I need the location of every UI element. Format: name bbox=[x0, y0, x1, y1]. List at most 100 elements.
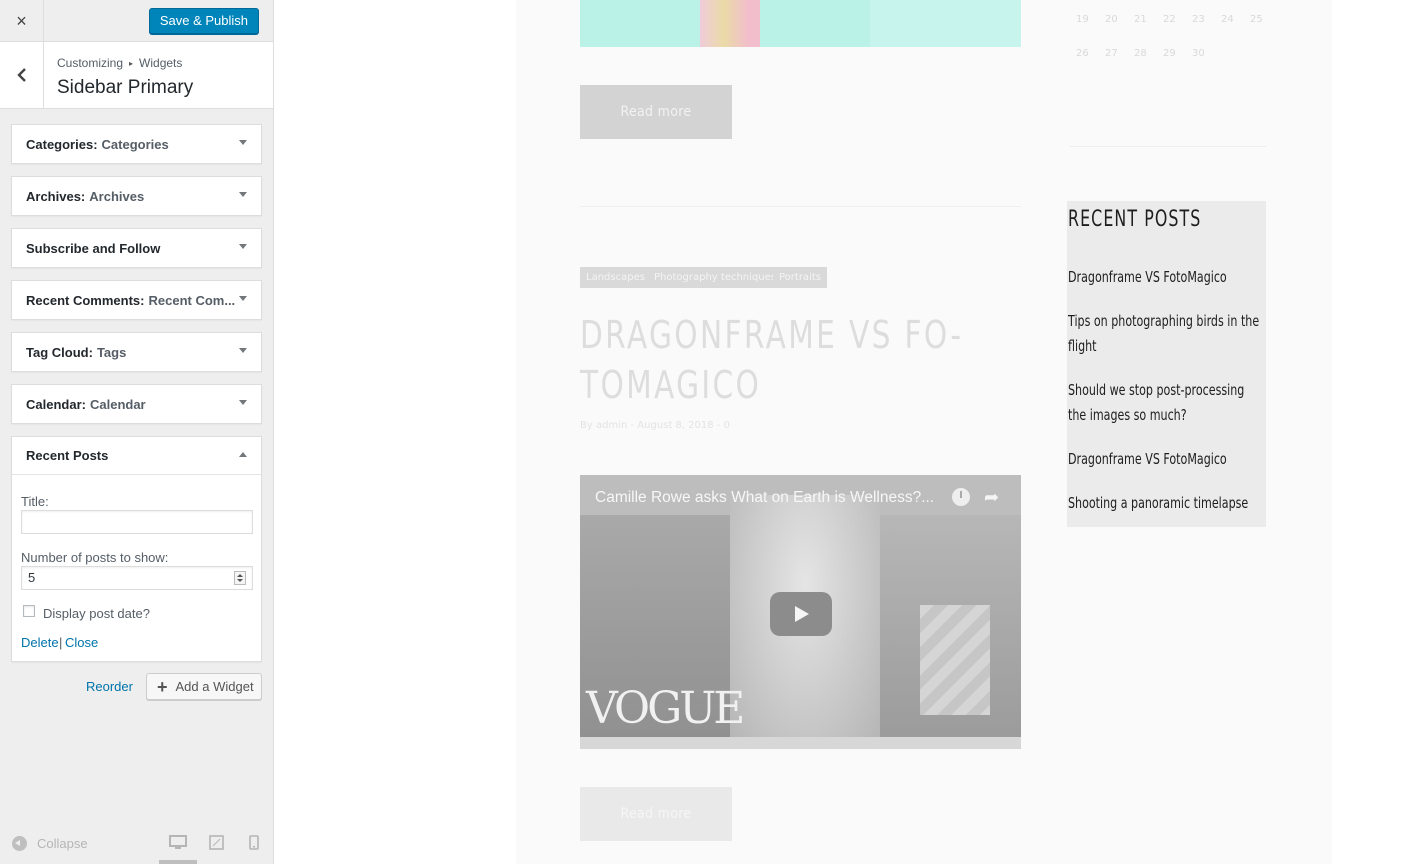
number-of-posts-value: 5 bbox=[28, 570, 36, 585]
collapse-arrow-icon[interactable] bbox=[239, 452, 247, 457]
widget-tag-cloud: Tag Cloud: Tags bbox=[11, 332, 262, 372]
widget-header[interactable]: Subscribe and Follow bbox=[12, 229, 261, 267]
breadcrumb-root: Customizing bbox=[57, 56, 124, 70]
recent-post-link[interactable]: Tips on photographing birds in the fligh… bbox=[1068, 309, 1260, 359]
image-detail bbox=[700, 0, 760, 47]
video-title[interactable]: Camille Rowe asks What on Earth is Welln… bbox=[595, 489, 950, 507]
panel-title: Sidebar Primary bbox=[57, 77, 194, 98]
widget-name: Subscribe and Follow bbox=[26, 240, 161, 256]
close-widget-link[interactable]: Close bbox=[65, 635, 98, 650]
number-of-posts-label: Number of posts to show: bbox=[21, 550, 169, 565]
post-title[interactable]: DRAGONFRAME VS FO- TOMAGICO bbox=[580, 310, 1017, 410]
calendar-day[interactable]: 26 bbox=[1076, 48, 1105, 59]
breadcrumb-separator-icon: ▸ bbox=[129, 58, 134, 68]
widget-subtitle: Recent Com... bbox=[148, 292, 236, 308]
close-customizer-button[interactable]: × bbox=[0, 0, 44, 42]
active-device-indicator bbox=[159, 860, 197, 864]
panel-header: Customizing ▸ Widgets Sidebar Primary bbox=[0, 42, 273, 109]
post-title-line: DRAGONFRAME VS FO- bbox=[580, 313, 964, 357]
calendar-day[interactable]: 28 bbox=[1134, 48, 1163, 59]
customizer-footer: Collapse bbox=[0, 824, 273, 864]
recent-post-link[interactable]: Dragonframe VS FotoMagico bbox=[1068, 265, 1260, 290]
link-separator: | bbox=[59, 635, 63, 650]
calendar-day[interactable]: 21 bbox=[1134, 14, 1163, 25]
expand-arrow-icon[interactable] bbox=[239, 348, 247, 353]
desktop-preview-icon[interactable] bbox=[169, 835, 187, 850]
tablet-preview-icon[interactable] bbox=[209, 835, 224, 850]
widget-header[interactable]: Recent Comments: Recent Com... bbox=[12, 281, 261, 319]
video-frame-detail bbox=[580, 737, 1021, 749]
number-stepper-icon[interactable] bbox=[234, 571, 246, 585]
category-tag[interactable]: Photography techniques bbox=[648, 267, 782, 288]
calendar-day[interactable]: 30 bbox=[1192, 48, 1221, 59]
collapse-label: Collapse bbox=[37, 836, 88, 851]
read-more-button[interactable]: Read more bbox=[580, 787, 732, 841]
add-widget-label: Add a Widget bbox=[175, 679, 254, 694]
save-publish-button[interactable]: Save & Publish bbox=[148, 8, 259, 34]
post-title-line: TOMAGICO bbox=[580, 363, 762, 407]
display-post-date-label: Display post date? bbox=[43, 606, 150, 621]
video-frame-detail bbox=[920, 605, 990, 715]
post-featured-image bbox=[580, 0, 1021, 47]
delete-widget-link[interactable]: Delete bbox=[21, 635, 59, 650]
widget-name: Categories bbox=[26, 136, 94, 152]
widget-name: Calendar bbox=[26, 396, 82, 412]
image-detail bbox=[870, 0, 1021, 47]
watch-later-icon[interactable] bbox=[952, 488, 970, 506]
expand-arrow-icon[interactable] bbox=[239, 244, 247, 249]
widget-categories: Categories: Categories bbox=[11, 124, 262, 164]
share-icon[interactable]: ➦ bbox=[984, 487, 999, 508]
breadcrumb: Customizing ▸ Widgets bbox=[57, 56, 182, 70]
calendar-week-row: 26 27 28 29 30 bbox=[1076, 48, 1221, 59]
widget-subscribe-follow: Subscribe and Follow bbox=[11, 228, 262, 268]
divider bbox=[1070, 146, 1266, 147]
widget-name: Archives bbox=[26, 188, 81, 204]
reorder-link[interactable]: Reorder bbox=[86, 679, 133, 694]
calendar-day[interactable]: 20 bbox=[1105, 14, 1134, 25]
read-more-button[interactable]: Read more bbox=[580, 85, 732, 139]
widget-name: Recent Posts bbox=[26, 448, 109, 463]
widget-header[interactable]: Tag Cloud: Tags bbox=[12, 333, 261, 371]
back-button[interactable] bbox=[0, 42, 44, 108]
calendar-day[interactable]: 22 bbox=[1163, 14, 1192, 25]
expand-arrow-icon[interactable] bbox=[239, 192, 247, 197]
expand-arrow-icon[interactable] bbox=[239, 296, 247, 301]
widget-header[interactable]: Calendar: Calendar bbox=[12, 385, 261, 423]
calendar-day[interactable]: 24 bbox=[1221, 14, 1250, 25]
recent-post-link[interactable]: Shooting a panoramic timelapse bbox=[1068, 491, 1260, 516]
collapse-button[interactable]: Collapse bbox=[12, 836, 88, 851]
post-divider bbox=[580, 206, 1021, 207]
calendar-day[interactable]: 25 bbox=[1250, 14, 1279, 25]
calendar-week-row: 19 20 21 22 23 24 25 bbox=[1076, 14, 1279, 25]
expand-arrow-icon[interactable] bbox=[239, 400, 247, 405]
widget-header[interactable]: Categories: Categories bbox=[12, 125, 261, 163]
category-tag[interactable]: Landscapes bbox=[580, 267, 651, 288]
category-tag[interactable]: Portraits bbox=[773, 267, 827, 288]
calendar-day[interactable]: 23 bbox=[1192, 14, 1221, 25]
play-button-icon[interactable] bbox=[770, 592, 832, 636]
calendar-day[interactable]: 27 bbox=[1105, 48, 1134, 59]
expand-arrow-icon[interactable] bbox=[239, 140, 247, 145]
close-icon: × bbox=[16, 10, 27, 31]
widget-header[interactable]: Archives: Archives bbox=[12, 177, 261, 215]
embedded-video[interactable]: Camille Rowe asks What on Earth is Welln… bbox=[580, 475, 1021, 749]
widget-subtitle: Calendar bbox=[89, 396, 146, 412]
widget-subtitle: Categories bbox=[101, 136, 169, 152]
display-post-date-checkbox[interactable] bbox=[23, 605, 35, 617]
title-label: Title: bbox=[21, 494, 49, 509]
widget-header[interactable]: Recent Posts bbox=[12, 437, 261, 475]
customizer-sidebar: × Save & Publish Customizing ▸ Widgets S… bbox=[0, 0, 274, 864]
calendar-day[interactable]: 19 bbox=[1076, 14, 1105, 25]
calendar-widget: 19 20 21 22 23 24 25 26 27 28 29 30 bbox=[1070, 0, 1266, 150]
recent-post-link[interactable]: Dragonframe VS FotoMagico bbox=[1068, 447, 1260, 472]
title-input[interactable] bbox=[21, 510, 253, 534]
chevron-left-icon bbox=[16, 68, 26, 82]
widget-subtitle: Tags bbox=[96, 344, 127, 360]
mobile-preview-icon[interactable] bbox=[249, 835, 259, 850]
widget-name: Tag Cloud bbox=[26, 344, 89, 360]
number-of-posts-input[interactable]: 5 bbox=[21, 566, 253, 590]
add-widget-button[interactable]: + Add a Widget bbox=[146, 673, 262, 700]
recent-post-link[interactable]: Should we stop post-processing the image… bbox=[1068, 378, 1260, 428]
widget-archives: Archives: Archives bbox=[11, 176, 262, 216]
calendar-day[interactable]: 29 bbox=[1163, 48, 1192, 59]
